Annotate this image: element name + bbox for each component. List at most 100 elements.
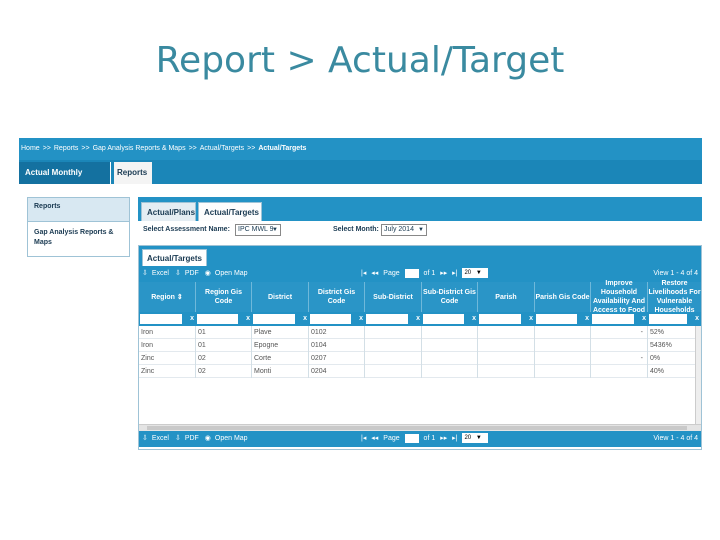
clear-filter-button[interactable]: x: [585, 314, 589, 324]
pager: |◂ ◂◂ Page of 1 ▸▸ ▸| 20 ▼: [361, 266, 491, 282]
column-header-region-gis-code[interactable]: Region Gis Code: [196, 282, 252, 312]
first-page-icon[interactable]: |◂: [361, 435, 366, 442]
table-cell: [478, 326, 535, 339]
table-cell: [365, 339, 422, 352]
open-map-button[interactable]: Open Map: [215, 270, 248, 277]
vertical-scrollbar[interactable]: [695, 326, 701, 424]
download-icon: ⇩: [142, 270, 148, 277]
sub-tab-bar: Actual/Plans Actual/Targets: [138, 197, 702, 221]
filter-cell: x: [591, 314, 648, 324]
prev-page-icon[interactable]: ◂◂: [371, 270, 378, 277]
filter-cell: x: [478, 314, 535, 324]
breadcrumb-reports[interactable]: Reports: [54, 145, 79, 152]
filter-cell: x: [365, 314, 422, 324]
clear-filter-button[interactable]: x: [190, 314, 194, 324]
next-page-icon[interactable]: ▸▸: [440, 435, 447, 442]
table-cell: [365, 365, 422, 378]
filter-input[interactable]: [479, 314, 521, 324]
page-size-select[interactable]: 20 ▼: [462, 433, 489, 444]
open-map-button[interactable]: Open Map: [215, 435, 248, 442]
export-excel-button[interactable]: Excel: [152, 435, 169, 442]
filter-cell: x: [648, 314, 701, 324]
filter-input[interactable]: [536, 314, 577, 324]
column-header-region[interactable]: Region ⇕: [139, 282, 196, 312]
clear-filter-button[interactable]: x: [472, 314, 476, 324]
breadcrumb-gap-analysis[interactable]: Gap Analysis Reports & Maps: [93, 145, 186, 152]
tab-actual-plans[interactable]: Actual/Plans: [141, 202, 196, 221]
sort-icon: ⇕: [176, 293, 183, 301]
column-header-sub-district[interactable]: Sub-District: [365, 282, 422, 312]
table-cell: 01: [196, 339, 252, 352]
first-page-icon[interactable]: |◂: [361, 270, 366, 277]
page-of-label: of 1: [423, 435, 436, 442]
filter-input[interactable]: [649, 314, 687, 324]
clear-filter-button[interactable]: x: [359, 314, 363, 324]
prev-page-icon[interactable]: ◂◂: [371, 435, 378, 442]
column-header-district-gis-code[interactable]: District Gis Code: [309, 282, 365, 312]
clear-filter-button[interactable]: x: [246, 314, 250, 324]
scrollbar-thumb[interactable]: [147, 426, 687, 430]
table-cell: [478, 339, 535, 352]
breadcrumb-home[interactable]: Home: [21, 145, 40, 152]
breadcrumb-actual-targets[interactable]: Actual/Targets: [200, 145, 244, 152]
assessment-label: Select Assessment Name:: [143, 226, 230, 233]
clear-filter-button[interactable]: x: [695, 314, 699, 324]
sidebar: Reports Gap Analysis Reports & Maps: [27, 197, 130, 257]
table-cell: -: [591, 326, 648, 339]
filter-input[interactable]: [366, 314, 408, 324]
filter-input[interactable]: [197, 314, 238, 324]
table-row[interactable]: Iron 01 Plave 0102 - 52%: [139, 326, 695, 339]
table-cell: [535, 365, 591, 378]
export-pdf-button[interactable]: PDF: [185, 435, 199, 442]
clear-filter-button[interactable]: x: [416, 314, 420, 324]
tab-reports[interactable]: Reports: [114, 162, 152, 184]
last-page-icon[interactable]: ▸|: [452, 435, 457, 442]
table-cell: Iron: [139, 339, 196, 352]
table-cell: [422, 352, 478, 365]
tab-actual-targets[interactable]: Actual/Targets: [198, 202, 262, 221]
column-header-parish-gis-code[interactable]: Parish Gis Code: [535, 282, 591, 312]
export-pdf-button[interactable]: PDF: [185, 270, 199, 277]
table-row[interactable]: Zinc 02 Corte 0207 - 0%: [139, 352, 695, 365]
filter-input[interactable]: [423, 314, 464, 324]
clear-filter-button[interactable]: x: [303, 314, 307, 324]
assessment-select[interactable]: IPC MWL 9 ▼: [235, 224, 281, 236]
column-header-parish[interactable]: Parish: [478, 282, 535, 312]
sidebar-item-gap-analysis[interactable]: Gap Analysis Reports & Maps: [28, 222, 129, 253]
export-excel-button[interactable]: Excel: [152, 270, 169, 277]
globe-icon: ◉: [204, 270, 211, 277]
page-size-select[interactable]: 20 ▼: [462, 268, 489, 279]
horizontal-scrollbar[interactable]: [139, 424, 701, 431]
table-cell: [422, 326, 478, 339]
chevron-down-icon: ▼: [418, 227, 424, 233]
next-page-icon[interactable]: ▸▸: [440, 270, 447, 277]
page-input[interactable]: [404, 433, 419, 443]
clear-filter-button[interactable]: x: [529, 314, 533, 324]
table-cell: 0102: [309, 326, 365, 339]
month-select[interactable]: July 2014 ▼: [381, 224, 427, 236]
download-icon: ⇩: [174, 435, 181, 442]
clear-filter-button[interactable]: x: [642, 314, 646, 324]
page-size-value: 20: [464, 435, 472, 442]
page-input[interactable]: [404, 268, 419, 278]
filter-input[interactable]: [310, 314, 351, 324]
filter-input[interactable]: [592, 314, 634, 324]
filter-input[interactable]: [140, 314, 182, 324]
table-cell: [422, 365, 478, 378]
column-header-improve-household[interactable]: Improve Household Availability And Acces…: [591, 280, 648, 314]
table-row[interactable]: Iron 01 Epogne 0104 5436%: [139, 339, 695, 352]
grid-toolbar-bottom: ⇩ Excel ⇩ PDF ◉ Open Map |◂ ◂◂ Page of 1 ▸▸…: [139, 431, 701, 447]
column-header-district[interactable]: District: [252, 282, 309, 312]
column-header-restore-livelihoods[interactable]: Restore Livelihoods For Vulnerable House…: [648, 280, 701, 314]
tab-actual-monthly-update[interactable]: Actual Monthly Update: [19, 162, 111, 199]
column-header-sub-district-gis-code[interactable]: Sub-District Gis Code: [422, 282, 478, 312]
last-page-icon[interactable]: ▸|: [452, 270, 457, 277]
table-cell: [365, 326, 422, 339]
filter-cell: x: [309, 314, 365, 324]
grid-caption: Actual/Targets: [142, 249, 207, 266]
table-row[interactable]: Zinc 02 Monti 0204 40%: [139, 365, 695, 378]
breadcrumb: Home >> Reports >> Gap Analysis Reports & Ma…: [19, 138, 702, 160]
filter-input[interactable]: [253, 314, 295, 324]
table-cell: [535, 339, 591, 352]
sidebar-item-reports[interactable]: Reports: [28, 198, 129, 222]
